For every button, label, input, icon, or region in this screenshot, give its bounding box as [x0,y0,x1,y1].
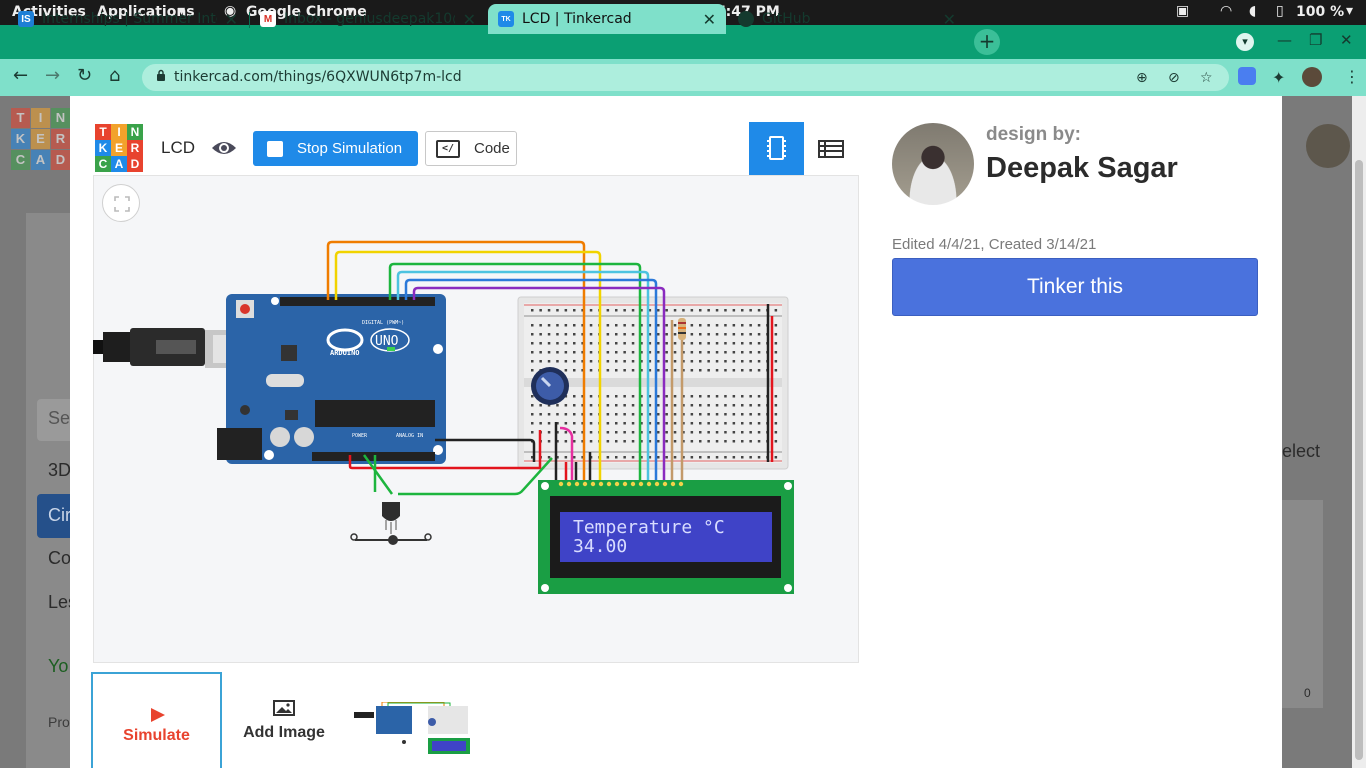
gmail-favicon: M [260,11,276,27]
author-avatar[interactable] [892,123,974,205]
lcd-line-2: 34.00 [573,536,627,557]
tab-title: Inbox - geniusdeepak10@ [284,11,455,27]
potentiometer[interactable] [531,367,569,405]
background-user-avatar [1306,124,1350,168]
forward-icon[interactable]: → [45,65,60,86]
scrollbar-thumb[interactable] [1355,160,1363,760]
tab-title: LCD | Tinkercad [522,11,632,27]
circuit-diagram[interactable]: ARDUINO UNO DIGITAL (PWM~) POWER ANALOG … [93,175,859,663]
address-bar[interactable]: tinkercad.com/things/6QXWUN6tp7m-lcd ⊕ ⊘… [142,64,1229,91]
reload-icon[interactable]: ↻ [77,65,92,86]
tinkercad-favicon: TK [498,11,514,27]
volume-icon[interactable]: ◖ [1249,3,1256,19]
wifi-icon[interactable]: ◠ [1220,3,1232,19]
tab-search-icon[interactable]: ▾ [1236,33,1254,51]
circuit-view-button[interactable] [749,122,804,175]
home-icon[interactable]: ⌂ [109,65,120,86]
eye-icon[interactable] [211,138,237,158]
extensions-puzzle-icon[interactable]: ✦ [1272,68,1285,87]
chevron-down-icon[interactable]: ▾ [1346,3,1353,19]
breadboard-icon [767,136,786,160]
stop-simulation-button[interactable]: Stop Simulation [253,131,418,166]
svg-text:UNO: UNO [375,334,399,349]
profile-avatar[interactable] [1302,67,1322,87]
internshala-favicon: IS [18,11,34,27]
author-name[interactable]: Deepak Sagar [986,152,1178,185]
close-icon[interactable]: ✕ [463,10,476,29]
background-card [1282,500,1323,708]
tinkercad-logo[interactable]: T I N K E R C A D [95,124,143,172]
tinkercad-logo-background: T I N K E R C A D [11,108,70,170]
url-text[interactable]: tinkercad.com/things/6QXWUN6tp7m-lcd [174,69,462,85]
tab-title: Internships | Summer Inte [42,11,217,27]
simulate-thumbnail[interactable]: Simulate [91,672,222,768]
tab-inbox[interactable]: M Inbox - geniusdeepak10@ ✕ [250,4,486,34]
svg-text:ANALOG IN: ANALOG IN [396,433,423,439]
arduino-uno-board[interactable]: ARDUINO UNO DIGITAL (PWM~) POWER ANALOG … [217,294,446,464]
close-window-icon[interactable]: ✕ [1340,31,1353,49]
more-menu-icon[interactable]: ⋮ [1344,67,1360,86]
battery-icon[interactable]: ▯ [1276,3,1284,19]
minimize-icon[interactable]: — [1277,31,1292,49]
restore-icon[interactable]: ❐ [1309,31,1322,49]
reset-button[interactable] [240,304,250,314]
stop-icon [267,140,283,157]
resistor[interactable] [678,318,686,340]
tab-github[interactable]: GitHub ✕ [728,4,966,34]
image-icon [273,700,295,716]
tab-internships[interactable]: IS Internships | Summer Inte ✕ [8,4,248,34]
edit-dates: Edited 4/4/21, Created 3/14/21 [892,236,1097,253]
tracking-icon[interactable]: ⊘ [1168,70,1180,86]
code-button[interactable]: </ Code [425,131,517,166]
chrome-toolbar: ← → ↻ ⌂ tinkercad.com/things/6QXWUN6tp7m… [0,59,1366,96]
list-icon [818,140,844,158]
star-icon[interactable]: ☆ [1200,70,1213,86]
tab-lcd-tinkercad[interactable]: TK LCD | Tinkercad ✕ [488,4,726,34]
lock-icon [157,69,165,81]
temperature-sensor[interactable] [350,502,432,545]
close-icon[interactable]: ✕ [943,10,956,29]
tinker-this-button[interactable]: Tinker this [892,258,1258,316]
battery-percent[interactable]: 100 % [1296,4,1344,20]
lcd-line-1: Temperature °C [573,517,725,538]
page-scrollbar[interactable] [1352,96,1366,768]
svg-text:DIGITAL (PWM~): DIGITAL (PWM~) [362,320,404,326]
circuit-thumbnail[interactable] [354,702,470,754]
new-tab-button[interactable]: + [974,29,1000,55]
design-title: LCD [161,138,196,157]
close-icon[interactable]: ✕ [703,10,716,29]
design-by-label: design by: [986,124,1082,145]
translate-extension-icon[interactable] [1238,67,1256,85]
add-image-thumbnail[interactable]: Add Image [234,700,334,742]
back-icon[interactable]: ← [13,65,28,86]
zoom-icon[interactable]: ⊕ [1136,70,1148,86]
tab-title: GitHub [762,11,811,27]
schematic-view-button[interactable] [805,122,858,175]
background-sidebar [26,213,70,768]
github-icon [738,11,754,27]
lcd-display[interactable]: Temperature °C 34.00 [538,480,794,594]
play-icon [151,708,165,722]
camera-indicator-icon[interactable]: ▣ [1176,3,1189,19]
code-icon: </ [436,139,460,158]
svg-text:POWER: POWER [352,433,368,439]
close-icon[interactable]: ✕ [225,10,238,29]
svg-text:ARDUINO: ARDUINO [330,349,360,357]
